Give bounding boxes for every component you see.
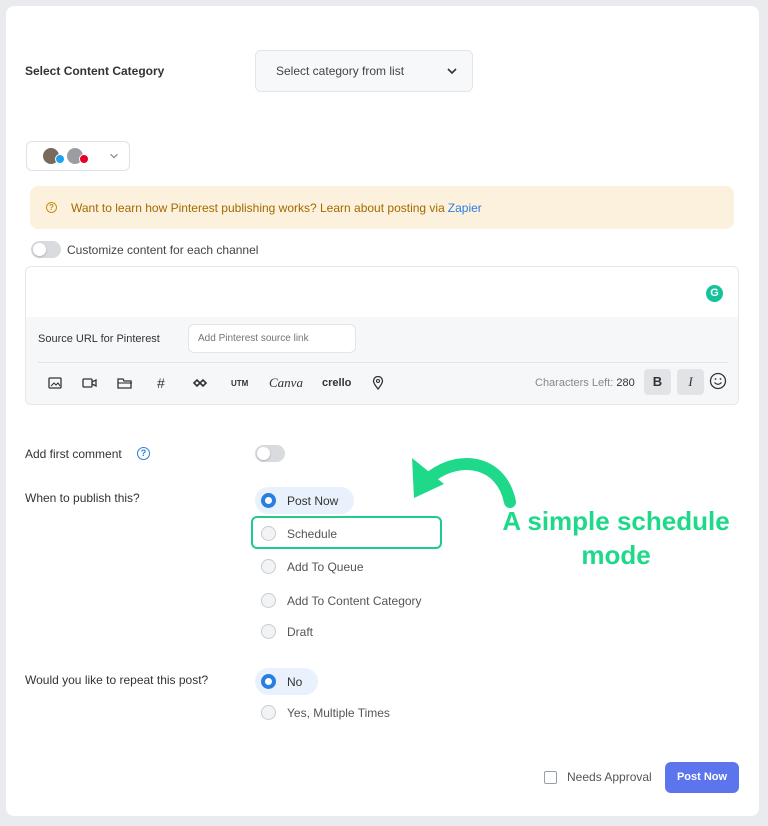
canva-button[interactable]: Canva	[269, 375, 303, 391]
pinterest-icon	[79, 154, 89, 164]
repeat-option-no[interactable]: No	[255, 668, 319, 695]
characters-left-label: Characters Left:	[535, 377, 614, 389]
characters-left-value: 280	[616, 377, 635, 389]
repeat-option-multiple[interactable]: Yes, Multiple Times	[255, 699, 406, 726]
option-label: Yes, Multiple Times	[287, 705, 390, 720]
radio-icon	[261, 674, 276, 689]
grammarly-icon[interactable]: G	[706, 285, 723, 302]
category-dropdown[interactable]: Select category from list	[255, 50, 473, 92]
chevron-down-icon	[110, 153, 118, 159]
post-editor[interactable]: G Source URL for Pinterest # UTM Canva c…	[25, 266, 739, 405]
zapier-link[interactable]: Zapier	[448, 201, 482, 215]
source-url-label: Source URL for Pinterest	[38, 333, 160, 345]
link-shortener-icon[interactable]	[192, 375, 208, 391]
publish-option-queue[interactable]: Add To Queue	[255, 553, 380, 580]
first-comment-toggle[interactable]	[255, 445, 285, 462]
folder-icon[interactable]	[117, 375, 133, 391]
editor-toolbar-area	[26, 317, 738, 404]
annotation-line-2: mode	[581, 540, 651, 570]
location-icon[interactable]	[372, 375, 384, 391]
question-icon: ?	[46, 202, 57, 213]
publish-option-content-category[interactable]: Add To Content Category	[255, 587, 438, 614]
characters-left: Characters Left: 280	[535, 377, 635, 389]
help-icon[interactable]: ?	[137, 447, 150, 460]
customize-label: Customize content for each channel	[67, 243, 259, 257]
account-selector[interactable]	[26, 141, 130, 171]
radio-icon	[261, 559, 276, 574]
option-label: Post Now	[287, 493, 339, 508]
option-label: Draft	[287, 624, 314, 639]
radio-icon	[261, 593, 276, 608]
toolbar-divider	[38, 362, 728, 363]
crello-button[interactable]: crello	[322, 375, 351, 391]
radio-icon	[261, 705, 276, 720]
hashtag-icon[interactable]: #	[157, 375, 165, 391]
publish-option-post-now[interactable]: Post Now	[255, 487, 355, 514]
annotation-line-1: A simple schedule	[502, 506, 730, 536]
pinterest-notice: ? Want to learn how Pinterest publishing…	[30, 186, 734, 229]
option-label: No	[287, 674, 303, 689]
needs-approval-checkbox[interactable]	[544, 770, 557, 784]
bold-button[interactable]: B	[644, 369, 671, 395]
content-category-label: Select Content Category	[25, 64, 165, 78]
first-comment-label: Add first comment	[25, 447, 122, 461]
needs-approval-label: Needs Approval	[567, 770, 652, 784]
radio-icon	[261, 493, 276, 508]
customize-toggle[interactable]	[31, 241, 61, 258]
chevron-down-icon	[447, 68, 457, 75]
video-icon[interactable]	[82, 375, 98, 391]
category-dropdown-value: Select category from list	[276, 64, 405, 78]
radio-icon	[261, 624, 276, 639]
option-label: Add To Content Category	[287, 593, 422, 608]
publish-label: When to publish this?	[25, 491, 140, 505]
option-label: Add To Queue	[287, 559, 364, 574]
post-now-button[interactable]: Post Now	[665, 762, 739, 793]
needs-approval[interactable]: Needs Approval	[544, 770, 652, 784]
twitter-icon	[55, 154, 65, 164]
utm-button[interactable]: UTM	[231, 375, 248, 391]
source-url-input[interactable]	[188, 324, 356, 353]
notice-text: Want to learn how Pinterest publishing w…	[71, 200, 445, 215]
annotation-text: A simple schedule mode	[476, 504, 756, 572]
image-icon[interactable]	[48, 375, 62, 391]
composer-card: Select Content Category Select category …	[6, 6, 759, 816]
emoji-icon[interactable]	[709, 372, 727, 390]
publish-option-draft[interactable]: Draft	[255, 618, 329, 645]
italic-button[interactable]: I	[677, 369, 704, 395]
repeat-label: Would you like to repeat this post?	[25, 673, 209, 687]
